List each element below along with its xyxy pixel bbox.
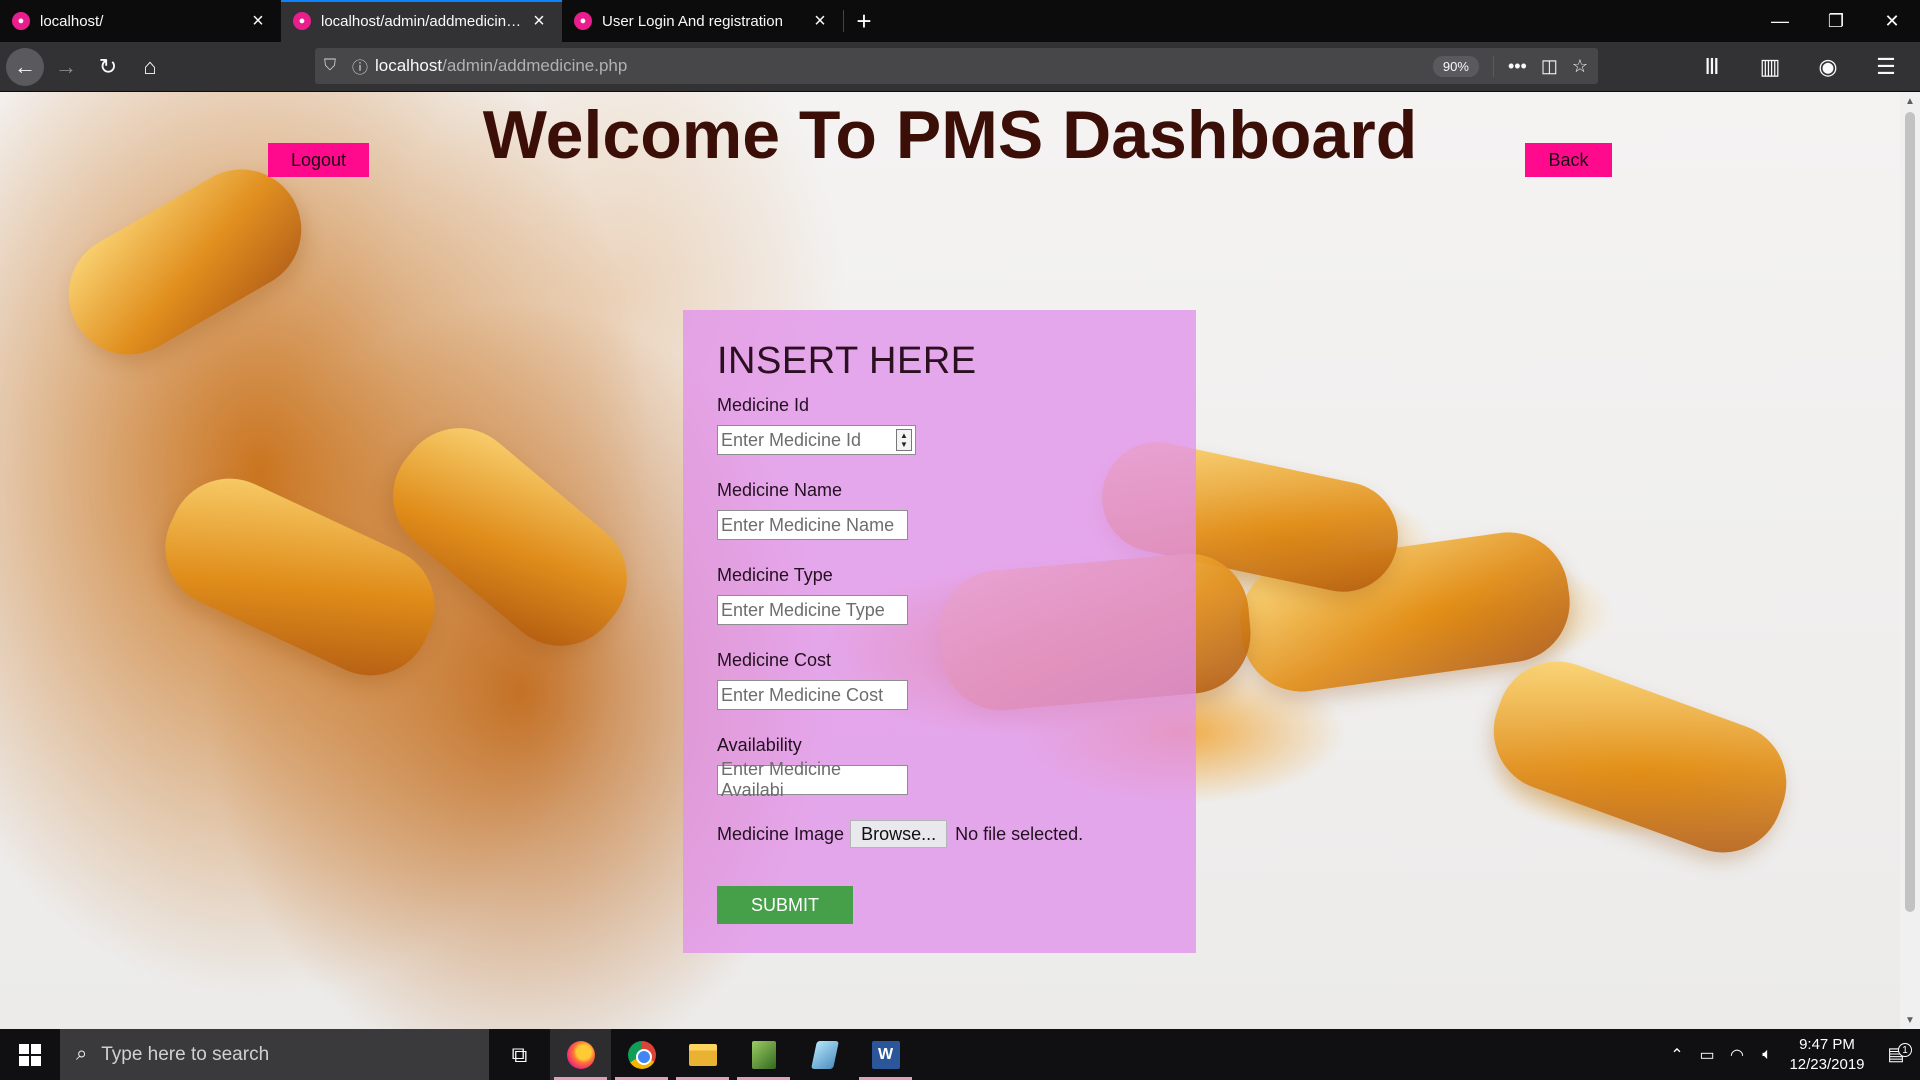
- windows-taskbar: ⌕ Type here to search ⧉ W ⌃ ▭ ◠ 🔈︎ 9:47 …: [0, 1029, 1920, 1080]
- input-placeholder[interactable]: Enter Medicine Id: [718, 426, 894, 454]
- tab-title: localhost/admin/addmedicine.php: [321, 12, 528, 30]
- medicine-type-input[interactable]: Enter Medicine Type: [717, 595, 908, 625]
- field-label: Availability: [717, 735, 802, 755]
- scroll-up-icon[interactable]: ▲: [1900, 92, 1920, 110]
- availability-input[interactable]: Enter Medicine Availabi: [717, 759, 908, 800]
- field-medicine-cost: Medicine Cost Enter Medicine Cost: [717, 650, 1162, 710]
- volume-icon[interactable]: 🔈︎: [1752, 1046, 1782, 1064]
- field-label: Medicine Cost: [717, 650, 832, 670]
- more-actions-icon[interactable]: •••: [1508, 56, 1527, 77]
- windows-start-icon[interactable]: [0, 1029, 60, 1080]
- taskbar-search-box[interactable]: ⌕ Type here to search: [60, 1029, 489, 1080]
- browser-nav-bar: ← → ↻ ⌂ ⛉ ⓘ localhost/admin/addmedicine.…: [0, 42, 1920, 92]
- action-center-icon[interactable]: ▤ 1: [1872, 1043, 1920, 1065]
- page-scrollbar[interactable]: ▲ ▼: [1900, 92, 1920, 1029]
- battery-icon[interactable]: ▭: [1692, 1045, 1722, 1065]
- medicine-cost-input[interactable]: Enter Medicine Cost: [717, 680, 908, 710]
- php-favicon-icon: ●: [574, 12, 592, 30]
- reload-icon[interactable]: ↻: [88, 47, 128, 87]
- logout-button[interactable]: Logout: [268, 143, 369, 177]
- file-status-text: No file selected.: [955, 823, 1084, 844]
- field-medicine-id: Medicine Id Enter Medicine Id ▲ ▼: [717, 395, 1162, 455]
- notification-count: 1: [1898, 1043, 1912, 1057]
- window-close-icon[interactable]: ✕: [1864, 0, 1920, 42]
- word-icon[interactable]: W: [855, 1029, 916, 1080]
- browser-tab-bar: ● localhost/ × ● localhost/admin/addmedi…: [0, 0, 1920, 42]
- capsule-image: [46, 147, 324, 377]
- close-icon[interactable]: ×: [528, 10, 550, 32]
- form-heading: INSERT HERE: [717, 340, 977, 382]
- field-availability: Availability Enter Medicine Availabi: [717, 735, 1162, 800]
- page-actions: ••• ◫ ☆: [1492, 55, 1598, 77]
- medicine-image-row: Medicine Image Browse... No file selecte…: [717, 820, 1162, 848]
- restore-icon[interactable]: ❐: [1808, 0, 1864, 42]
- tablet-app-icon[interactable]: [794, 1029, 855, 1080]
- clock[interactable]: 9:47 PM 12/23/2019: [1782, 1035, 1872, 1075]
- scroll-thumb[interactable]: [1905, 112, 1915, 912]
- close-icon[interactable]: ×: [247, 10, 269, 32]
- medicine-id-input[interactable]: Enter Medicine Id ▲ ▼: [717, 425, 916, 455]
- shield-icon[interactable]: ⛉: [315, 57, 345, 75]
- spreadsheet-app-icon[interactable]: [733, 1029, 794, 1080]
- search-placeholder: Type here to search: [101, 1043, 270, 1065]
- home-icon[interactable]: ⌂: [130, 47, 170, 87]
- back-arrow-icon[interactable]: ←: [6, 47, 44, 86]
- chevron-up-icon[interactable]: ⌃: [1662, 1045, 1692, 1065]
- system-tray: ⌃ ▭ ◠ 🔈︎ 9:47 PM 12/23/2019 ▤ 1: [1662, 1029, 1920, 1080]
- toolbar-right: Ⅲ ▥ ◉ ☰: [1692, 42, 1920, 92]
- php-favicon-icon: ●: [293, 12, 311, 30]
- insert-medicine-form: INSERT HERE Medicine Id Enter Medicine I…: [683, 310, 1196, 953]
- medicine-image-label: Medicine Image: [717, 823, 845, 844]
- tab-localhost[interactable]: ● localhost/ ×: [0, 0, 281, 42]
- page-viewport: Welcome To PMS Dashboard Logout Back INS…: [0, 92, 1900, 1029]
- clock-time: 9:47 PM: [1799, 1035, 1855, 1053]
- new-tab-icon[interactable]: +: [844, 0, 884, 42]
- window-controls: — ❐ ✕: [1752, 0, 1920, 42]
- tab-user-login[interactable]: ● User Login And registration ×: [562, 0, 843, 42]
- field-label: Medicine Name: [717, 480, 843, 500]
- chrome-icon[interactable]: [611, 1029, 672, 1080]
- zoom-level-badge[interactable]: 90%: [1432, 55, 1479, 77]
- address-bar[interactable]: ⛉ ⓘ localhost/admin/addmedicine.php 90% …: [315, 48, 1598, 84]
- browse-button[interactable]: Browse...: [850, 820, 948, 848]
- sidebar-icon[interactable]: ▥: [1750, 47, 1790, 87]
- field-label: Medicine Id: [717, 395, 810, 415]
- submit-button[interactable]: SUBMIT: [717, 886, 853, 924]
- forward-arrow-icon[interactable]: →: [46, 47, 86, 87]
- url-path: /admin/addmedicine.php: [442, 56, 628, 75]
- field-medicine-name: Medicine Name Enter Medicine Name: [717, 480, 1162, 540]
- tab-addmedicine[interactable]: ● localhost/admin/addmedicine.php ×: [281, 0, 562, 42]
- account-icon[interactable]: ◉: [1808, 47, 1848, 87]
- task-view-icon[interactable]: ⧉: [489, 1029, 550, 1080]
- pocket-icon[interactable]: ◫: [1541, 56, 1558, 77]
- hamburger-menu-icon[interactable]: ☰: [1866, 47, 1906, 87]
- info-icon[interactable]: ⓘ: [345, 54, 375, 78]
- back-button[interactable]: Back: [1525, 143, 1612, 177]
- number-spinner-icon[interactable]: ▲ ▼: [896, 429, 912, 451]
- medicine-name-input[interactable]: Enter Medicine Name: [717, 510, 908, 540]
- library-icon[interactable]: Ⅲ: [1692, 47, 1732, 87]
- clock-date: 12/23/2019: [1789, 1055, 1865, 1073]
- file-explorer-icon[interactable]: [672, 1029, 733, 1080]
- field-label: Medicine Type: [717, 565, 833, 585]
- capsule-image: [1476, 644, 1804, 870]
- firefox-icon[interactable]: [550, 1029, 611, 1080]
- scroll-down-icon[interactable]: ▼: [1900, 1011, 1920, 1029]
- url-host: localhost: [375, 56, 443, 75]
- url-text[interactable]: localhost/admin/addmedicine.php: [375, 56, 627, 76]
- close-icon[interactable]: ×: [809, 10, 831, 32]
- tab-title: User Login And registration: [602, 12, 783, 30]
- field-medicine-type: Medicine Type Enter Medicine Type: [717, 565, 1162, 625]
- php-favicon-icon: ●: [12, 12, 30, 30]
- minimize-icon[interactable]: —: [1752, 0, 1808, 42]
- wifi-icon[interactable]: ◠: [1722, 1045, 1752, 1065]
- bookmark-star-icon[interactable]: ☆: [1572, 56, 1588, 77]
- search-icon: ⌕: [76, 1043, 88, 1065]
- tab-title: localhost/: [40, 12, 104, 30]
